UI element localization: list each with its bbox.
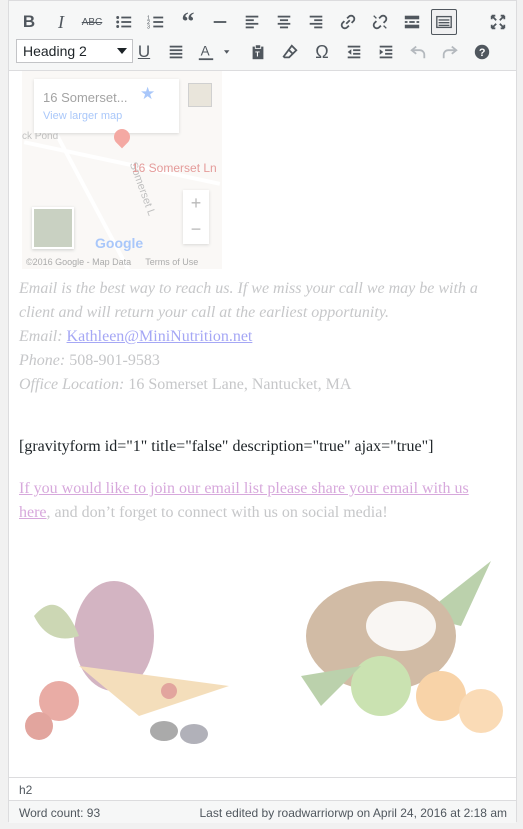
special-character-icon[interactable]: Ω bbox=[309, 39, 335, 65]
editor-frame: B I ABC 123 “ Heading 2 U A T Ω ? ck Pon… bbox=[8, 0, 517, 823]
tomato-shape bbox=[25, 712, 53, 740]
link-icon[interactable] bbox=[335, 9, 361, 35]
contact-paragraph: Email is the best way to reach us. If we… bbox=[19, 277, 494, 397]
email-link[interactable]: Kathleen@MiniNutrition.net bbox=[67, 328, 253, 345]
last-edited: Last edited by roadwarriorwp on April 24… bbox=[199, 806, 507, 820]
phone-line: Phone: 508-901-9583 bbox=[19, 349, 494, 373]
zoom-in-button[interactable]: + bbox=[183, 190, 209, 216]
text-color-icon[interactable]: A bbox=[195, 39, 235, 65]
google-logo: Google bbox=[95, 235, 144, 251]
email-line: Email: Kathleen@MiniNutrition.net bbox=[19, 325, 494, 349]
numbered-list-icon[interactable]: 123 bbox=[143, 9, 169, 35]
map-info-card: 16 Somerset... View larger map bbox=[34, 79, 179, 133]
satellite-toggle[interactable] bbox=[32, 207, 74, 249]
office-line: Office Location: 16 Somerset Lane, Nantu… bbox=[19, 373, 494, 397]
office-label: Office Location: bbox=[19, 376, 129, 393]
email-list-text: , and don’t forget to connect with us on… bbox=[46, 504, 388, 521]
map-place-title: 16 Somerset... bbox=[43, 90, 128, 105]
strikethrough-icon[interactable]: ABC bbox=[79, 9, 105, 35]
coconut-flesh-shape bbox=[366, 601, 436, 651]
terms-link[interactable]: Terms of Use bbox=[145, 257, 198, 267]
phone-label: Phone: bbox=[19, 352, 70, 369]
read-more-icon[interactable] bbox=[399, 9, 425, 35]
office-value: 16 Somerset Lane, Nantucket, MA bbox=[128, 376, 352, 393]
paste-text-icon[interactable]: T bbox=[245, 39, 271, 65]
view-larger-map-link[interactable]: View larger map bbox=[43, 110, 122, 122]
fullscreen-icon[interactable] bbox=[485, 9, 511, 35]
horizontal-line-icon[interactable] bbox=[207, 9, 233, 35]
peach-half-shape bbox=[459, 689, 503, 733]
indent-icon[interactable] bbox=[373, 39, 399, 65]
email-list-paragraph: If you would like to join our email list… bbox=[19, 477, 499, 525]
svg-text:T: T bbox=[255, 50, 260, 59]
olive-shape bbox=[150, 721, 178, 741]
map-attribution: ©2016 Google - Map Data Terms of Use bbox=[26, 257, 212, 267]
embedded-map[interactable]: ck Pond Somerset L 16 Somerset... View l… bbox=[22, 71, 222, 271]
outdent-icon[interactable] bbox=[341, 39, 367, 65]
email-label: Email: bbox=[19, 328, 67, 345]
vegetables-pizza-illustration bbox=[25, 581, 229, 744]
phone-value: 508-901-9583 bbox=[69, 352, 160, 369]
italic-icon[interactable]: I bbox=[48, 9, 74, 35]
zoom-out-button[interactable]: − bbox=[183, 216, 209, 242]
justify-icon[interactable] bbox=[163, 39, 189, 65]
editor-content[interactable]: ck Pond Somerset L 16 Somerset... View l… bbox=[9, 71, 516, 776]
element-path[interactable]: h2 bbox=[9, 777, 516, 800]
undo-icon[interactable] bbox=[405, 39, 431, 65]
fruits-illustration bbox=[301, 561, 503, 733]
toolbar-toggle-icon[interactable] bbox=[431, 9, 457, 35]
blockquote-icon[interactable]: “ bbox=[175, 7, 201, 36]
tomato-topping-shape bbox=[161, 683, 177, 699]
bold-icon[interactable]: B bbox=[16, 9, 42, 35]
word-count: Word count: 93 bbox=[19, 806, 101, 820]
olive-shape bbox=[180, 724, 208, 744]
format-select-value: Heading 2 bbox=[23, 43, 87, 59]
chevron-down-icon bbox=[117, 48, 127, 54]
bullet-list-icon[interactable] bbox=[111, 9, 137, 35]
intro-text: Email is the best way to reach us. If we… bbox=[19, 280, 478, 321]
unlink-icon[interactable] bbox=[367, 9, 393, 35]
gravityform-shortcode: [gravityform id="1" title="false" descri… bbox=[19, 438, 434, 455]
map-pin-label: 16 Somerset Ln bbox=[132, 161, 217, 175]
pizza-slice-shape bbox=[79, 666, 229, 716]
redo-icon[interactable] bbox=[437, 39, 463, 65]
underline-icon[interactable]: U bbox=[131, 39, 157, 65]
svg-text:?: ? bbox=[479, 47, 486, 59]
map-data-credit: ©2016 Google - Map Data bbox=[26, 257, 132, 267]
leaf-shape bbox=[34, 604, 79, 639]
format-select[interactable]: Heading 2 bbox=[16, 39, 133, 63]
green-apple-shape bbox=[351, 656, 411, 716]
apricot-shape bbox=[416, 671, 466, 721]
place-photo-thumbnail[interactable] bbox=[188, 83, 212, 107]
svg-text:A: A bbox=[201, 44, 210, 59]
help-icon[interactable]: ? bbox=[469, 39, 495, 65]
editor-toolbar: B I ABC 123 “ Heading 2 U A T Ω ? bbox=[9, 1, 516, 71]
clear-formatting-icon[interactable] bbox=[277, 39, 303, 65]
editor-status-bar: Word count: 93 Last edited by roadwarrio… bbox=[9, 800, 516, 823]
align-left-icon[interactable] bbox=[239, 9, 265, 35]
save-star-icon[interactable]: ★ bbox=[140, 84, 155, 104]
svg-text:3: 3 bbox=[147, 24, 150, 30]
align-right-icon[interactable] bbox=[303, 9, 329, 35]
zoom-controls: + − bbox=[183, 190, 209, 244]
align-center-icon[interactable] bbox=[271, 9, 297, 35]
